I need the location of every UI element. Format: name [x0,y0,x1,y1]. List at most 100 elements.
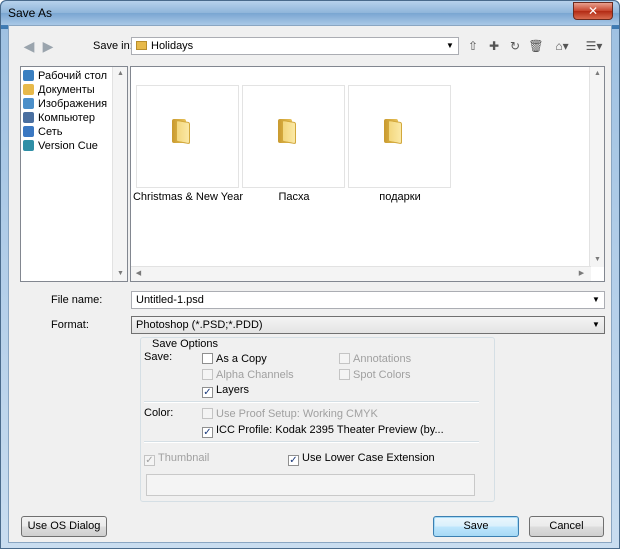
format-label: Format: [51,319,89,331]
save-in-dropdown[interactable]: Holidays ▼ [131,37,459,55]
chevron-down-icon[interactable]: ▼ [588,317,604,333]
icc-profile-label: ICC Profile: Kodak 2395 Theater Preview … [216,424,444,436]
save-in-value-wrap: Holidays [136,40,193,52]
folder-icon [136,41,147,50]
thumbnail-checkbox[interactable]: ✓ Thumbnail [144,452,209,466]
checkbox-box[interactable] [202,369,213,380]
use-proof-setup-label: Use Proof Setup: Working CMYK [216,408,378,420]
sidebar-item-label: Изображения [38,98,108,110]
use-os-dialog-button[interactable]: Use OS Dialog [21,516,107,537]
save-button[interactable]: Save [433,516,519,537]
scroll-up-arrow-icon[interactable]: ▲ [590,67,605,81]
checkbox-box[interactable] [339,353,350,364]
annotations-label: Annotations [353,353,412,365]
cancel-button[interactable]: Cancel [529,516,604,537]
sidebar-item-label: Компьютер [38,112,95,124]
scroll-down-arrow-icon[interactable]: ▼ [590,253,605,267]
sidebar-item-label: Version Cue [38,140,98,152]
checkmark-icon[interactable]: ✓ [202,387,213,398]
checkbox-box[interactable] [202,353,213,364]
save-in-label: Save in: [93,40,133,52]
spot-colors-checkbox[interactable]: Spot Colors [339,369,410,383]
folder-label-gifts[interactable]: подарки [340,191,460,203]
color-label: Color: [144,407,174,419]
sidebar-item-pictures[interactable]: Изображения [23,98,113,112]
back-arrow-icon[interactable]: ◀ [21,39,37,53]
folder-icon [384,119,404,145]
folder-icon [172,119,192,145]
lower-case-extension-label: Use Lower Case Extension [302,452,435,464]
chevron-down-icon[interactable]: ▼ [442,38,458,54]
folder-tile-christmas[interactable] [136,85,239,188]
window-title: Save As [8,6,53,20]
sidebar-item-desktop[interactable]: Рабочий стол [23,70,113,84]
layers-checkbox[interactable]: ✓ Layers [202,384,249,398]
checkmark-icon[interactable]: ✓ [144,455,155,466]
scroll-right-arrow-icon[interactable]: ▶ [574,267,589,281]
save-options-title: Save Options [152,338,219,350]
icc-profile-checkbox[interactable]: ✓ ICC Profile: Kodak 2395 Theater Preview… [202,424,444,438]
sidebar-item-documents[interactable]: Документы [23,84,113,98]
file-list-vertical-scrollbar[interactable]: ▲ ▼ [589,67,604,267]
scroll-down-arrow-icon[interactable]: ▼ [113,267,128,281]
refresh-icon[interactable]: ↻ [507,39,523,53]
checkmark-icon[interactable]: ✓ [202,427,213,438]
as-a-copy-label: As a Copy [216,353,267,365]
checkmark-icon[interactable]: ✓ [288,455,299,466]
save-in-value: Holidays [151,40,194,52]
checkbox-box[interactable] [202,408,213,419]
sidebar-scrollbar[interactable]: ▲ ▼ [112,67,127,281]
chevron-down-icon[interactable]: ▼ [588,292,604,308]
folder-label-christmas[interactable]: Christmas & New Year [128,191,248,203]
save-options-group: Save Options Save: As a Copy Annotations… [140,337,495,502]
alpha-channels-label: Alpha Channels [216,369,294,381]
folder-tile-gifts[interactable] [348,85,451,188]
sidebar-item-label: Рабочий стол [38,70,108,82]
scroll-left-arrow-icon[interactable]: ◀ [131,267,146,281]
alpha-channels-checkbox[interactable]: Alpha Channels [202,369,294,383]
tools-icon[interactable]: ⌂▾ [551,39,573,53]
file-name-value[interactable]: Untitled-1.psd [136,294,204,306]
pictures-icon [23,98,34,109]
folder-tile-easter[interactable] [242,85,345,188]
sidebar-item-version-cue[interactable]: Version Cue [23,140,113,154]
dialog-body: ◀ ▶ Save in: Holidays ▼ ⇧ ✚ ↻ 🗑 ⌂▾ ☰▾ Ра… [8,25,612,543]
places-sidebar: Рабочий стол Документы Изображения Компь… [20,66,128,282]
use-proof-setup-checkbox[interactable]: Use Proof Setup: Working CMYK [202,408,378,422]
format-dropdown[interactable]: Photoshop (*.PSD;*.PDD) ▼ [131,316,605,334]
forward-arrow-icon[interactable]: ▶ [40,39,56,53]
spot-colors-label: Spot Colors [353,369,411,381]
file-name-field[interactable]: Untitled-1.psd ▼ [131,291,605,309]
divider [144,441,479,443]
layers-label: Layers [216,384,250,396]
computer-icon [23,112,34,123]
scroll-up-arrow-icon[interactable]: ▲ [113,67,128,81]
file-list: Christmas & New Year Пасха подарки ▲ ▼ ◀… [130,66,605,282]
close-button[interactable]: ✕ [573,2,613,20]
title-bar[interactable]: Save As ✕ [1,1,619,25]
network-icon [23,126,34,137]
folder-label-easter[interactable]: Пасха [234,191,354,203]
documents-folder-icon [23,84,34,95]
as-a-copy-checkbox[interactable]: As a Copy [202,353,267,367]
sidebar-item-network[interactable]: Сеть [23,126,113,140]
folder-icon [278,119,298,145]
annotations-checkbox[interactable]: Annotations [339,353,411,367]
save-as-dialog: Save As ✕ ◀ ▶ Save in: Holidays ▼ ⇧ ✚ ↻ … [0,0,620,549]
save-label: Save: [144,351,173,363]
divider [144,401,479,403]
up-folder-icon[interactable]: ⇧ [465,39,481,53]
version-cue-icon [23,140,34,151]
checkbox-box[interactable] [339,369,350,380]
views-icon[interactable]: ☰▾ [583,39,605,53]
lower-case-extension-checkbox[interactable]: ✓ Use Lower Case Extension [288,452,435,466]
sidebar-item-computer[interactable]: Компьютер [23,112,113,126]
delete-icon[interactable]: 🗑 [528,39,544,53]
thumbnail-label: Thumbnail [158,452,210,464]
format-value: Photoshop (*.PSD;*.PDD) [136,319,263,331]
new-folder-icon[interactable]: ✚ [486,39,502,53]
sidebar-item-label: Документы [38,84,95,96]
file-name-label: File name: [51,294,103,306]
description-box [146,474,475,496]
file-list-horizontal-scrollbar[interactable]: ◀ ▶ [131,266,591,281]
